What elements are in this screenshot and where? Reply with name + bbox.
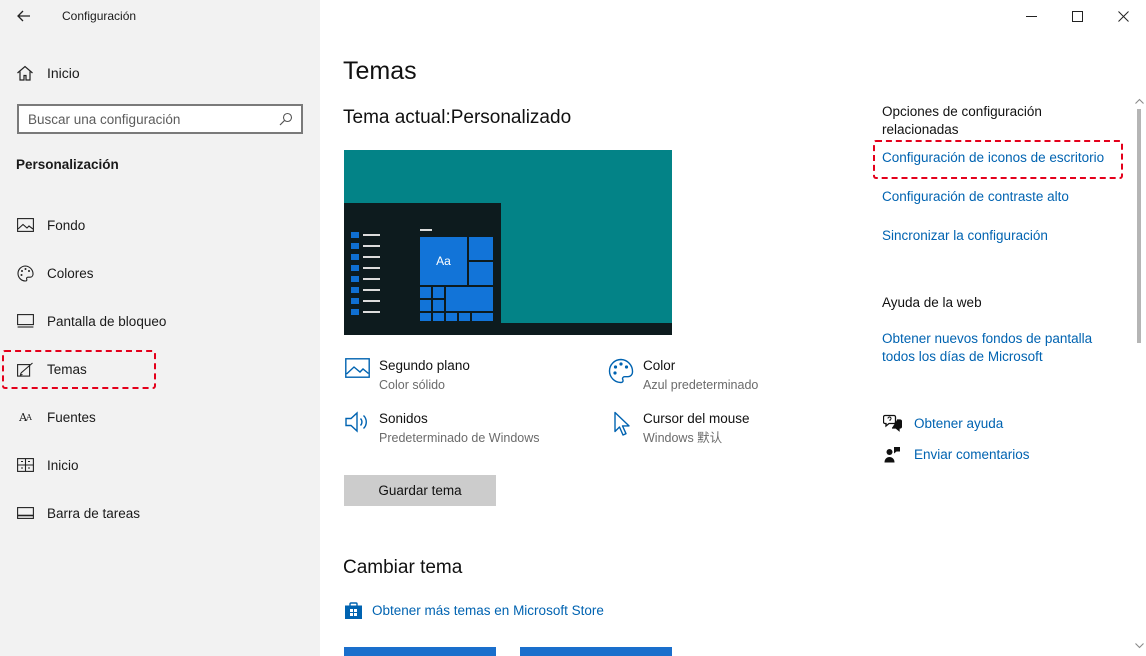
get-help-label: Obtener ayuda xyxy=(914,415,1004,431)
sounds-title: Sonidos xyxy=(379,411,428,426)
preview-tile-label: Aa xyxy=(419,236,468,286)
color-setting[interactable]: Color Azul predeterminado xyxy=(607,357,758,395)
taskbar-icon xyxy=(16,504,34,522)
sidebar-item-fuentes[interactable]: AA Fuentes xyxy=(16,405,306,429)
sidebar-item-label: Inicio xyxy=(47,457,79,473)
maximize-button[interactable] xyxy=(1054,0,1100,32)
speaker-icon xyxy=(343,411,371,439)
theme-thumbnail[interactable] xyxy=(520,647,672,656)
fonts-icon: AA xyxy=(19,410,32,424)
sounds-setting[interactable]: Sonidos Predeterminado de Windows xyxy=(343,410,540,448)
send-feedback-label: Enviar comentarios xyxy=(914,446,1030,462)
scroll-up-icon[interactable] xyxy=(1135,98,1144,104)
sidebar-home-label: Inicio xyxy=(47,65,80,81)
temas-highlight-box xyxy=(2,350,156,389)
sidebar-item-inicio[interactable]: Inicio xyxy=(16,453,306,477)
sidebar-item-label: Fondo xyxy=(47,217,86,233)
scroll-thumb[interactable] xyxy=(1137,109,1141,343)
store-bag-icon xyxy=(345,602,362,619)
app-title: Configuración xyxy=(62,9,137,23)
background-value: Color sólido xyxy=(379,378,446,392)
page-title: Temas xyxy=(343,57,417,85)
home-icon xyxy=(17,65,33,81)
start-icon xyxy=(16,456,34,474)
microsoft-store-link[interactable]: Obtener más temas en Microsoft Store xyxy=(344,601,604,620)
get-help-link[interactable]: Obtener ayuda xyxy=(882,413,1003,433)
daily-wallpapers-link[interactable]: Obtener nuevos fondos de pantalla todos … xyxy=(882,330,1112,366)
background-setting[interactable]: Segundo plano Color sólido xyxy=(343,357,470,395)
theme-thumbnail[interactable] xyxy=(344,647,496,656)
back-arrow-icon xyxy=(17,10,30,22)
picture-icon xyxy=(343,358,371,386)
sidebar-item-label: Barra de tareas xyxy=(47,505,141,521)
feedback-person-icon xyxy=(882,444,902,464)
store-link-label: Obtener más temas en Microsoft Store xyxy=(372,603,604,618)
preview-taskbar xyxy=(344,323,672,335)
minimize-button[interactable] xyxy=(1008,0,1054,32)
current-theme-label: Tema actual:Personalizado xyxy=(343,107,572,128)
scrollbar[interactable] xyxy=(1133,95,1146,656)
color-title: Color xyxy=(643,358,676,373)
color-value: Azul predeterminado xyxy=(643,378,759,392)
sidebar-item-barra-de-tareas[interactable]: Barra de tareas xyxy=(16,501,306,525)
maximize-icon xyxy=(1071,10,1083,22)
save-theme-button[interactable]: Guardar tema xyxy=(344,475,496,506)
related-settings-heading: Opciones de configuración relacionadas xyxy=(882,104,1042,137)
mouse-cursor-setting[interactable]: Cursor del mouse Windows 默认 xyxy=(607,410,750,448)
mouse-cursor-value: Windows 默认 xyxy=(643,431,723,445)
minimize-icon xyxy=(1025,15,1037,17)
help-chat-icon xyxy=(882,413,902,433)
mouse-cursor-title: Cursor del mouse xyxy=(643,411,750,426)
cursor-icon xyxy=(607,411,635,439)
lock-screen-icon xyxy=(16,312,34,330)
sidebar-item-colores[interactable]: Colores xyxy=(16,261,306,285)
sync-settings-link[interactable]: Sincronizar la configuración xyxy=(882,227,1048,245)
scroll-down-icon[interactable] xyxy=(1135,643,1144,649)
sidebar-item-fondo[interactable]: Fondo xyxy=(16,213,306,237)
close-button[interactable] xyxy=(1100,0,1146,32)
search-placeholder: Buscar una configuración xyxy=(28,111,181,127)
picture-icon xyxy=(16,216,34,234)
desktop-icon-highlight-box xyxy=(873,140,1123,179)
close-icon xyxy=(1117,10,1129,22)
palette-icon xyxy=(607,358,635,386)
sounds-value: Predeterminado de Windows xyxy=(379,431,540,445)
search-input[interactable]: Buscar una configuración xyxy=(17,104,303,134)
sidebar: Configuración Inicio Buscar una configur… xyxy=(0,0,320,656)
sidebar-item-label: Colores xyxy=(47,265,94,281)
change-theme-title: Cambiar tema xyxy=(343,557,463,578)
preview-start-menu: Aa xyxy=(344,203,501,335)
sidebar-item-label: Pantalla de bloqueo xyxy=(47,313,167,329)
palette-icon xyxy=(16,264,34,282)
section-heading: Personalización xyxy=(16,157,119,172)
send-feedback-link[interactable]: Enviar comentarios xyxy=(882,444,1030,464)
web-help-heading: Ayuda de la web xyxy=(882,295,982,310)
sidebar-item-label: Fuentes xyxy=(47,409,96,425)
high-contrast-settings-link[interactable]: Configuración de contraste alto xyxy=(882,188,1069,206)
background-title: Segundo plano xyxy=(379,358,470,373)
sidebar-home[interactable]: Inicio xyxy=(16,62,80,84)
sidebar-item-pantalla-de-bloqueo[interactable]: Pantalla de bloqueo xyxy=(16,309,306,333)
back-button[interactable] xyxy=(8,2,40,30)
search-icon[interactable] xyxy=(277,110,295,128)
theme-preview: Aa xyxy=(344,150,672,335)
